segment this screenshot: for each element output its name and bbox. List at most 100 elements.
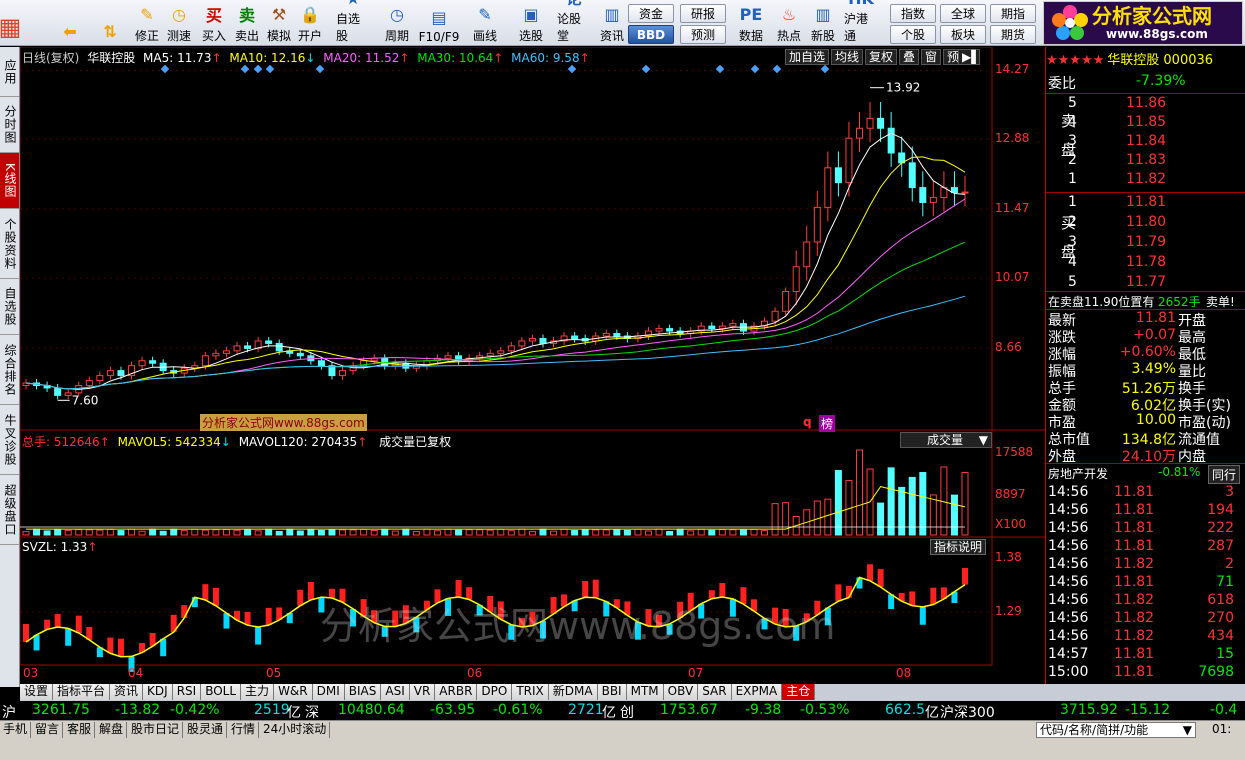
event-diamond-marker[interactable] (715, 64, 725, 74)
toolbar-button-3[interactable]: ✎ 修正 (130, 2, 164, 44)
indicator-tab-5[interactable]: BOLL (201, 684, 242, 700)
toolbar-small-button-0[interactable]: 资金 (628, 4, 674, 23)
event-diamond-marker[interactable] (567, 64, 577, 74)
candle (201, 355, 209, 367)
event-diamond-marker[interactable] (820, 64, 830, 74)
bang-marker[interactable]: 榜 (819, 415, 836, 432)
event-diamond-marker[interactable] (240, 64, 250, 74)
toolbar-button-19[interactable]: HK 沪港通 (844, 0, 878, 44)
toolbar-small-button-2[interactable]: BBD (628, 25, 674, 44)
hs300-pct: -0.4 (1210, 702, 1238, 718)
indicator-tab-1[interactable]: 指标平台 (53, 684, 111, 700)
status-item-3[interactable]: 解盘 (96, 722, 128, 738)
indicator-tab-6[interactable]: 主力 (241, 684, 275, 700)
toolbar-small-button-6[interactable]: 期指 (990, 4, 1036, 23)
volume-dropdown[interactable]: 成交量 ▼ (900, 432, 992, 448)
chart-control-0[interactable]: 加自选 (785, 49, 830, 65)
toolbar-button-10[interactable]: ◷ 周期 (380, 2, 414, 44)
indicator-tab-12[interactable]: ARBR (435, 684, 478, 700)
status-item-0[interactable]: 手机 (0, 722, 32, 738)
status-item-1[interactable]: 留言 (32, 722, 64, 738)
toolbar-button-7[interactable]: ⚒ 模拟 (262, 2, 296, 44)
indicator-tab-7[interactable]: W&R (274, 684, 313, 700)
toolbar-small-button-7[interactable]: 个股 (890, 25, 936, 44)
event-diamond-marker[interactable] (772, 64, 782, 74)
kline-chart-area[interactable]: 13.92 7.60 日线(复权) 华联控股 MA5: 11.73↑ MA10: … (20, 47, 1045, 687)
sidebar-item-5[interactable]: 综合排名 (0, 335, 19, 405)
event-diamond-marker[interactable] (253, 64, 263, 74)
volume-bar (444, 528, 452, 536)
chart-control-4[interactable]: 窗 (921, 49, 942, 65)
window-menu-icon[interactable]: ▶▌ (958, 49, 980, 65)
volume-bar (339, 529, 347, 536)
toolbar-small-button-8[interactable]: 板块 (940, 25, 986, 44)
toolbar-button-11[interactable]: ▤ F10/F9 (419, 2, 460, 45)
indicator-tab-19[interactable]: SAR (698, 684, 732, 700)
sidebar-item-0[interactable]: 应用 (0, 47, 19, 97)
indicator-tab-9[interactable]: BIAS (344, 684, 382, 700)
event-diamond-marker[interactable] (265, 64, 275, 74)
toolbar-button-15[interactable]: ▥ 资讯 (595, 2, 629, 44)
indicator-tab-13[interactable]: DPO (477, 684, 513, 700)
indicator-help-button[interactable]: 指标说明 (930, 539, 987, 555)
toolbar-button-8[interactable]: 🔒 开户 (293, 2, 327, 44)
indicator-tab-17[interactable]: MTM (626, 684, 664, 700)
indicator-tab-0[interactable]: 设置 (20, 684, 54, 700)
sidebar-item-3[interactable]: 个股资料 (0, 209, 19, 279)
toolbar-button-17[interactable]: ♨ 热点 (772, 2, 806, 44)
sidebar-item-4[interactable]: 自选股 (0, 279, 19, 335)
indicator-tab-4[interactable]: RSI (172, 684, 202, 700)
status-item-6[interactable]: 行情 (228, 722, 260, 738)
level-price: 11.79 (1126, 234, 1167, 250)
sidebar-item-2[interactable]: K线图 (0, 153, 19, 209)
chart-control-2[interactable]: 复权 (865, 49, 898, 65)
event-diamond-marker[interactable] (641, 64, 651, 74)
sector-peer-button[interactable]: 同行 (1208, 465, 1241, 484)
indicator-tab-8[interactable]: DMI (312, 684, 345, 700)
indicator-tab-3[interactable]: KDJ (143, 684, 173, 700)
sidebar-item-7[interactable]: 超级盘口 (0, 475, 19, 545)
sidebar-item-1[interactable]: 分时图 (0, 97, 19, 153)
toolbar-button-16[interactable]: PE 数据 (734, 2, 768, 44)
toolbar-button-14[interactable]: 论论股堂 (557, 0, 591, 44)
toolbar-button-1[interactable]: ⬅ (56, 2, 84, 44)
indicator-tab-15[interactable]: 新DMA (548, 684, 598, 700)
toolbar-small-button-3[interactable]: 预测 (680, 25, 726, 44)
toolbar-small-button-4[interactable]: 指数 (890, 4, 936, 23)
buy-level-row: 2 11.80 (1046, 214, 1245, 232)
indicator-tab-20[interactable]: EXPMA (731, 684, 783, 700)
sidebar-item-6[interactable]: 牛叉诊股 (0, 405, 19, 475)
toolbar-button-18[interactable]: ▥ 新股 (806, 2, 840, 44)
toolbar-button-2[interactable]: ⇅ (96, 2, 124, 44)
status-item-2[interactable]: 客服 (64, 722, 96, 738)
chart-control-1[interactable]: 均线 (831, 49, 864, 65)
toolbar-button-0[interactable]: ▦ (0, 2, 24, 44)
indicator-tab-10[interactable]: ASI (381, 684, 410, 700)
toolbar-small-button-1[interactable]: 研报 (680, 4, 726, 23)
event-diamond-marker[interactable] (160, 64, 170, 74)
indicator-tab-16[interactable]: BBI (597, 684, 627, 700)
toolbar-button-12[interactable]: ✎ 画线 (468, 2, 502, 44)
indicator-tab-2[interactable]: 资讯 (110, 684, 144, 700)
indicator-tab-14[interactable]: TRIX (512, 684, 549, 700)
toolbar-button-9[interactable]: ★ 自选股 (336, 0, 370, 44)
toolbar-button-5[interactable]: 买买入 (197, 2, 231, 44)
event-diamond-marker[interactable] (315, 64, 325, 74)
chart-control-3[interactable]: 叠 (899, 49, 920, 65)
status-item-7[interactable]: 24小时滚动 (260, 722, 331, 738)
toolbar-button-label: 论股堂 (557, 12, 582, 43)
ma10-label: MA10: 12.16 (229, 51, 306, 65)
indicator-tab-18[interactable]: OBV (663, 684, 699, 700)
event-diamond-marker[interactable] (750, 64, 760, 74)
status-item-5[interactable]: 股灵通 (184, 722, 228, 738)
toolbar-button-13[interactable]: ▣ 选股 (514, 2, 548, 44)
chart-svg[interactable]: 13.92 7.60 (20, 47, 1045, 687)
indicator-tab-11[interactable]: VR (409, 684, 436, 700)
toolbar-button-6[interactable]: 卖卖出 (230, 2, 264, 44)
toolbar-button-4[interactable]: ◷ 测速 (162, 2, 196, 44)
stock-search-input[interactable]: 代码/名称/简拼/功能 ▼ (1036, 722, 1196, 738)
toolbar-small-button-5[interactable]: 全球 (940, 4, 986, 23)
indicator-tab-21[interactable]: 主仓 (782, 684, 816, 700)
toolbar-small-button-9[interactable]: 期货 (990, 25, 1036, 44)
status-item-4[interactable]: 股市日记 (128, 722, 184, 738)
